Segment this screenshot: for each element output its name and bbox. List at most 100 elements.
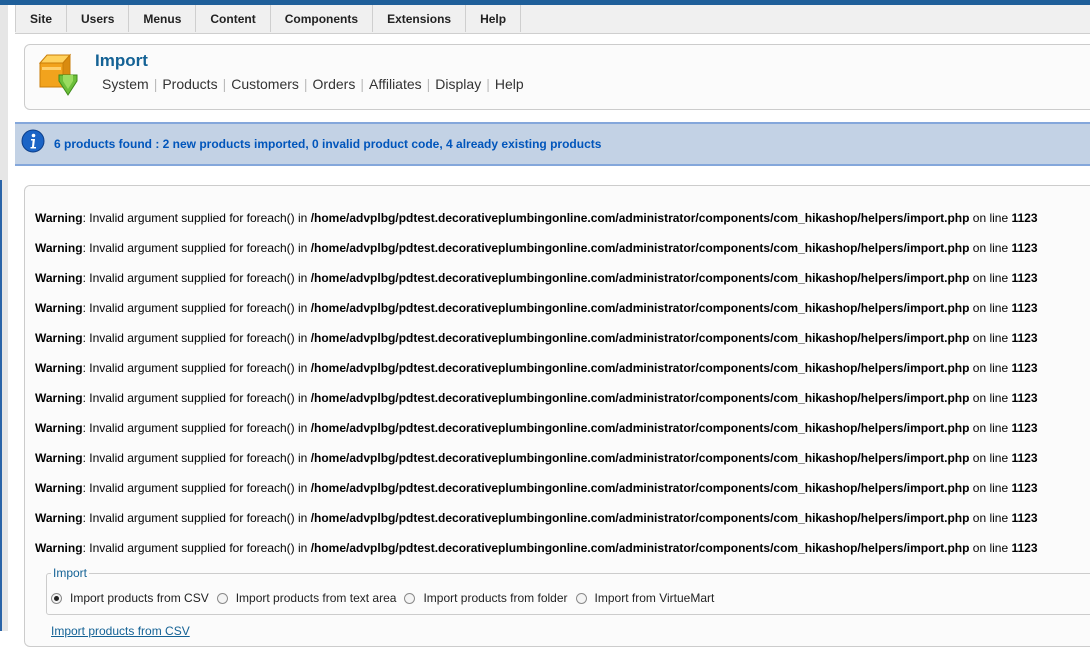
warning-path: /home/advplbg/pdtest.decorativeplumbingo… — [310, 241, 970, 255]
warning-label: Warning — [35, 271, 83, 285]
warning-line-number: 1123 — [1011, 211, 1038, 225]
info-message-bar: 6 products found : 2 new products import… — [15, 122, 1090, 166]
php-warning: Warning: Invalid argument supplied for f… — [35, 481, 1038, 511]
warning-path: /home/advplbg/pdtest.decorativeplumbingo… — [310, 481, 970, 495]
radio-import-virtuemart[interactable]: Import from VirtueMart — [575, 591, 715, 605]
warning-text: : Invalid argument supplied for foreach(… — [82, 211, 311, 225]
warning-text: : Invalid argument supplied for foreach(… — [82, 451, 311, 465]
warning-label: Warning — [35, 301, 83, 315]
radio-circle[interactable] — [51, 592, 62, 604]
warning-line-number: 1123 — [1011, 541, 1038, 555]
php-warnings-list: Warning: Invalid argument supplied for f… — [35, 211, 1038, 571]
menu-site[interactable]: Site — [15, 5, 68, 32]
php-warning: Warning: Invalid argument supplied for f… — [35, 301, 1038, 331]
warning-line-number: 1123 — [1011, 301, 1038, 315]
page-header: Import System | Products | Customers | Orde… — [24, 44, 1090, 110]
info-message-text: 6 products found : 2 new products import… — [54, 137, 602, 151]
admin-menubar: Site Users Menus Content Components Exte… — [15, 5, 1090, 34]
warning-online: on line — [969, 361, 1012, 375]
warning-path: /home/advplbg/pdtest.decorativeplumbingo… — [310, 211, 970, 225]
warning-online: on line — [969, 481, 1012, 495]
warning-path: /home/advplbg/pdtest.decorativeplumbingo… — [310, 361, 970, 375]
menu-content[interactable]: Content — [196, 5, 271, 32]
submenu: System | Products | Customers | Orders | Aff… — [97, 76, 529, 92]
radio-label: Import products from CSV — [70, 591, 209, 605]
warning-online: on line — [969, 391, 1012, 405]
warning-path: /home/advplbg/pdtest.decorativeplumbingo… — [310, 421, 970, 435]
php-warning: Warning: Invalid argument supplied for f… — [35, 361, 1038, 391]
menu-help[interactable]: Help — [466, 5, 522, 32]
subnav-orders[interactable]: Orders — [308, 76, 361, 92]
subnav-affiliates[interactable]: Affiliates — [364, 76, 427, 92]
warning-label: Warning — [35, 331, 83, 345]
radio-label: Import products from text area — [235, 591, 397, 605]
warning-online: on line — [969, 451, 1012, 465]
php-warning: Warning: Invalid argument supplied for f… — [35, 271, 1038, 301]
page-title: Import — [95, 51, 148, 70]
radio-label: Import from VirtueMart — [594, 591, 715, 605]
warning-label: Warning — [35, 211, 83, 225]
warning-line-number: 1123 — [1011, 451, 1038, 465]
radio-label: Import products from folder — [423, 591, 568, 605]
php-warning: Warning: Invalid argument supplied for f… — [35, 391, 1038, 421]
warning-text: : Invalid argument supplied for foreach(… — [82, 331, 311, 345]
subnav-help[interactable]: Help — [490, 76, 529, 92]
subnav-customers[interactable]: Customers — [226, 76, 304, 92]
warning-online: on line — [969, 241, 1012, 255]
warning-line-number: 1123 — [1011, 241, 1038, 255]
radio-circle[interactable] — [404, 592, 416, 604]
warning-path: /home/advplbg/pdtest.decorativeplumbingo… — [310, 391, 970, 405]
php-warning: Warning: Invalid argument supplied for f… — [35, 421, 1038, 451]
warning-label: Warning — [35, 391, 83, 405]
php-warning: Warning: Invalid argument supplied for f… — [35, 241, 1038, 271]
radio-circle[interactable] — [575, 592, 587, 604]
warning-text: : Invalid argument supplied for foreach(… — [82, 391, 311, 405]
left-window-edge-accent — [0, 180, 2, 631]
warning-line-number: 1123 — [1011, 391, 1038, 405]
warning-text: : Invalid argument supplied for foreach(… — [82, 541, 311, 555]
import-box-icon — [38, 53, 78, 96]
menu-menus[interactable]: Menus — [129, 5, 197, 32]
menu-extensions[interactable]: Extensions — [373, 5, 467, 32]
warning-text: : Invalid argument supplied for foreach(… — [82, 241, 311, 255]
warning-label: Warning — [35, 451, 83, 465]
php-warning: Warning: Invalid argument supplied for f… — [35, 211, 1038, 241]
warning-path: /home/advplbg/pdtest.decorativeplumbingo… — [310, 271, 970, 285]
warning-text: : Invalid argument supplied for foreach(… — [82, 511, 311, 525]
warning-line-number: 1123 — [1011, 511, 1038, 525]
warning-online: on line — [969, 511, 1012, 525]
warning-text: : Invalid argument supplied for foreach(… — [82, 301, 311, 315]
radio-import-textarea[interactable]: Import products from text area — [216, 591, 397, 605]
php-warning: Warning: Invalid argument supplied for f… — [35, 451, 1038, 481]
php-warning: Warning: Invalid argument supplied for f… — [35, 541, 1038, 571]
warning-label: Warning — [35, 481, 83, 495]
subnav-system[interactable]: System — [97, 76, 154, 92]
warning-text: : Invalid argument supplied for foreach(… — [82, 271, 311, 285]
csv-section-heading: Import products from CSV — [51, 624, 190, 638]
warning-label: Warning — [35, 241, 83, 255]
php-warning: Warning: Invalid argument supplied for f… — [35, 511, 1038, 541]
php-warning: Warning: Invalid argument supplied for f… — [35, 331, 1038, 361]
warning-text: : Invalid argument supplied for foreach(… — [82, 361, 311, 375]
import-fieldset-legend: Import — [51, 566, 90, 580]
warning-text: : Invalid argument supplied for foreach(… — [82, 481, 311, 495]
warning-path: /home/advplbg/pdtest.decorativeplumbingo… — [310, 331, 970, 345]
warning-label: Warning — [35, 541, 83, 555]
warning-path: /home/advplbg/pdtest.decorativeplumbingo… — [310, 451, 970, 465]
radio-import-folder[interactable]: Import products from folder — [404, 591, 568, 605]
radio-circle[interactable] — [216, 592, 228, 604]
warning-line-number: 1123 — [1011, 271, 1038, 285]
warning-online: on line — [969, 301, 1012, 315]
menu-components[interactable]: Components — [271, 5, 374, 32]
warning-online: on line — [969, 271, 1012, 285]
menu-users[interactable]: Users — [67, 5, 130, 32]
warning-online: on line — [969, 211, 1012, 225]
subnav-products[interactable]: Products — [157, 76, 222, 92]
radio-import-csv[interactable]: Import products from CSV — [51, 591, 209, 605]
warning-line-number: 1123 — [1011, 331, 1038, 345]
warning-line-number: 1123 — [1011, 481, 1038, 495]
import-type-options: Import products from CSV Import products… — [51, 591, 722, 605]
warning-label: Warning — [35, 511, 83, 525]
subnav-display[interactable]: Display — [430, 76, 486, 92]
warning-label: Warning — [35, 421, 83, 435]
